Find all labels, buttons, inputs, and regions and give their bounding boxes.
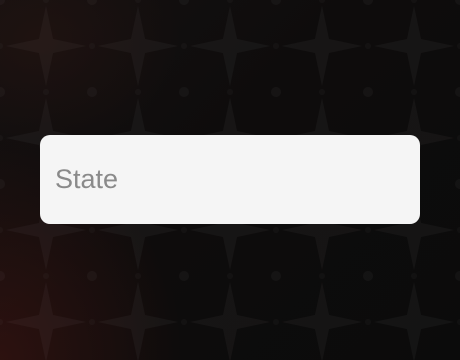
state-field-container[interactable]: [40, 135, 420, 224]
state-input[interactable]: [55, 164, 405, 195]
